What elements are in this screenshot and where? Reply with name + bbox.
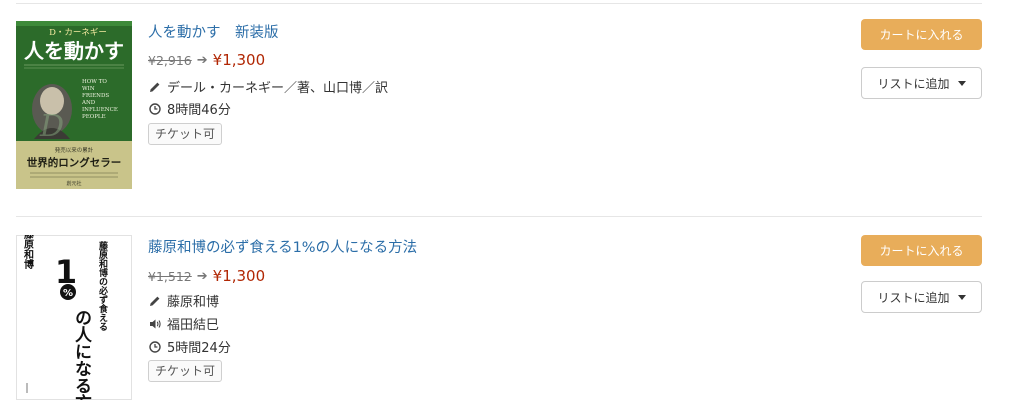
svg-text:D: D <box>39 109 64 144</box>
add-to-cart-button[interactable]: カートに入れる <box>861 19 982 50</box>
duration-text: 8時間46分 <box>167 103 231 118</box>
author-text: デール・カーネギー／著、山口博／訳 <box>167 81 389 96</box>
book-cover[interactable]: D・カーネギー 人を動かす D HOW TO WIN FRIENDS AND I… <box>16 21 132 189</box>
price-row: ¥2,916 ➔ ¥1,300 <box>148 51 265 69</box>
cover-english-line: PEOPLE <box>82 114 106 120</box>
narrator-row: 福田結巳 <box>148 314 219 333</box>
duration-text: 5時間24分 <box>167 341 231 356</box>
book-title-link[interactable]: 人を動かす 新装版 <box>148 21 279 42</box>
author-row: デール・カーネギー／著、山口博／訳 <box>148 77 388 96</box>
cover-english-line: FRIENDS <box>82 93 109 99</box>
add-to-list-button[interactable]: リストに追加 <box>861 67 982 99</box>
book-item: D・カーネギー 人を動かす D HOW TO WIN FRIENDS AND I… <box>0 0 1024 216</box>
duration-row: 5時間24分 <box>148 337 231 356</box>
cover-author-line: D・カーネギー <box>49 28 107 38</box>
narrator-text: 福田結巳 <box>167 318 220 333</box>
add-to-list-label: リストに追加 <box>877 76 950 91</box>
cover-english-line: HOW TO <box>82 79 107 85</box>
cover-title-rest: の人になる方法 <box>71 309 92 400</box>
cover-percent: % <box>63 288 73 299</box>
add-to-list-label: リストに追加 <box>877 290 950 305</box>
cover-band-big: 世界的ロングセラー <box>27 156 122 169</box>
sale-price: ¥1,300 <box>212 51 266 69</box>
clock-icon <box>148 102 162 115</box>
pencil-icon <box>148 81 162 93</box>
caret-down-icon <box>957 80 966 86</box>
ticket-badge: チケット可 <box>148 360 223 382</box>
cover-band-small: 発売以来の累計 <box>55 146 94 154</box>
clock-icon <box>148 340 162 353</box>
arrow-right-icon: ➔ <box>196 268 208 284</box>
add-to-list-button[interactable]: リストに追加 <box>861 281 982 313</box>
book-cover[interactable]: 藤原和博 藤原和博の必ず食える 1 % の人になる方法 <box>16 235 132 400</box>
add-to-cart-button[interactable]: カートに入れる <box>861 235 982 266</box>
book-cover-art: 藤原和博 藤原和博の必ず食える 1 % の人になる方法 <box>16 235 132 400</box>
author-text: 藤原和博 <box>167 295 220 310</box>
cover-publisher: 創元社 <box>66 180 81 187</box>
cover-english-line: INFLUENCE <box>82 107 118 113</box>
book-item: 藤原和博 藤原和博の必ず食える 1 % の人になる方法 藤原和博の必ず食える1%… <box>0 217 1024 419</box>
sale-price: ¥1,300 <box>212 267 266 285</box>
ticket-badge: チケット可 <box>148 123 223 145</box>
price-row: ¥1,512 ➔ ¥1,300 <box>148 267 265 285</box>
speaker-icon <box>148 318 162 330</box>
original-price: ¥2,916 <box>148 52 192 68</box>
duration-row: 8時間46分 <box>148 99 231 118</box>
caret-down-icon <box>957 294 966 300</box>
cover-subtitle: 藤原和博の必ず食える <box>97 240 109 331</box>
book-title-link[interactable]: 藤原和博の必ず食える1%の人になる方法 <box>148 236 417 257</box>
cover-english-line: WIN <box>82 86 95 92</box>
original-price: ¥1,512 <box>148 268 192 284</box>
arrow-right-icon: ➔ <box>196 52 208 68</box>
pencil-icon <box>148 295 162 307</box>
cover-title: 人を動かす <box>24 39 124 63</box>
cover-english-line: AND <box>81 100 96 106</box>
book-cover-art: D・カーネギー 人を動かす D HOW TO WIN FRIENDS AND I… <box>16 21 132 189</box>
author-row: 藤原和博 <box>148 291 219 310</box>
